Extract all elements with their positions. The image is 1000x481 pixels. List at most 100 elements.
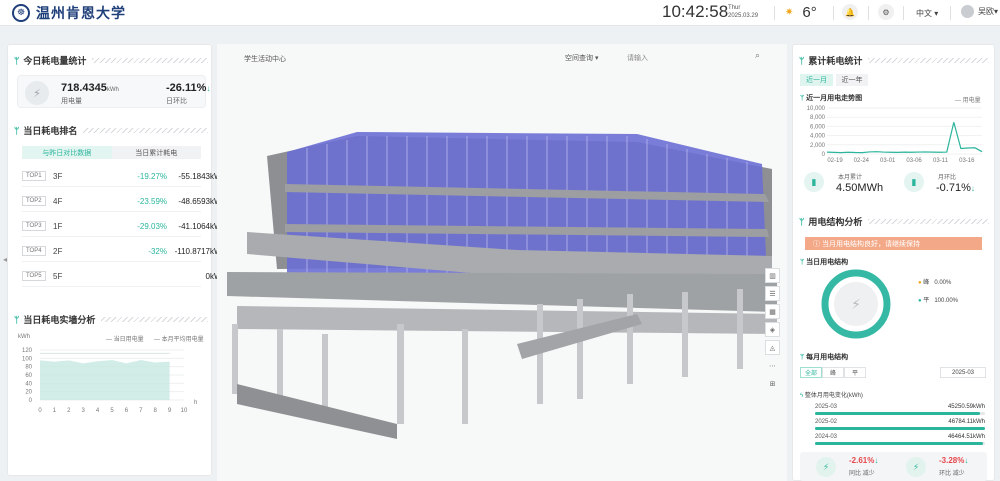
today-kpi-card: ⚡ 718.4345kWh 用电量 -26.11%↓ 日环比 bbox=[17, 75, 210, 108]
yoy-label: 同比 减少 bbox=[849, 471, 875, 477]
month-bar-row: 2025-03 45250.59kWh bbox=[815, 404, 985, 416]
measure-icon[interactable]: ▥ bbox=[765, 268, 780, 283]
month-picker[interactable]: 2025-03 bbox=[940, 367, 986, 378]
pie-legend-flat-name: 平 bbox=[923, 298, 930, 304]
temperature: 6° bbox=[802, 4, 817, 21]
y-tick-label: 20 bbox=[25, 390, 32, 396]
collapse-left-icon[interactable]: ◂ bbox=[3, 255, 7, 264]
decor-stripes bbox=[83, 128, 208, 133]
rank-row[interactable]: TOP1 3F -19.27% -55.1843kWh bbox=[22, 169, 226, 187]
rank-tag: TOP4 bbox=[22, 246, 46, 256]
x-tick-label: 02-24 bbox=[854, 158, 870, 164]
rank-row[interactable]: TOP2 4F -23.59% -48.6593kWh bbox=[22, 194, 226, 212]
tab-peak[interactable]: 峰 bbox=[822, 367, 844, 378]
tab-all[interactable]: 全部 bbox=[800, 367, 822, 378]
x-tick-label: 5 bbox=[110, 408, 114, 414]
more-icon[interactable]: ⋯ bbox=[765, 358, 780, 373]
x-unit: h bbox=[194, 400, 197, 406]
y-tick-label: 0 bbox=[29, 398, 33, 404]
month-bar-row: 2025-02 46784.11kWh bbox=[815, 419, 985, 431]
x-tick-label: 10 bbox=[181, 408, 188, 414]
chevron-down-icon: ▾ bbox=[994, 7, 999, 16]
rank-pct: -19.27% bbox=[137, 172, 167, 181]
x-tick-label: 0 bbox=[38, 408, 42, 414]
compare-kpi-card: ⚡ -2.61%↓ 同比 减少 ⚡ -3.28%↓ 环比 减少 bbox=[800, 452, 987, 481]
y-tick-label: 6,000 bbox=[810, 124, 826, 130]
weekday: Thur bbox=[728, 5, 741, 11]
structure-title: ᛘ 用电结构分析 bbox=[799, 215, 989, 228]
y-tick-label: 8,000 bbox=[810, 115, 826, 121]
pie-legend-peak: ● 峰 0.00% bbox=[918, 277, 951, 286]
x-tick-label: 9 bbox=[168, 408, 172, 414]
month-bar-fill bbox=[815, 442, 984, 445]
rank-tag: TOP3 bbox=[22, 221, 46, 231]
arrow-down-icon: ↓ bbox=[970, 184, 975, 193]
divider bbox=[774, 6, 775, 20]
decor-stripes bbox=[92, 58, 208, 63]
view-toolbar: ▥ ☰ ▦ ◈ ◬ ⋯ ⊞ bbox=[765, 268, 780, 394]
month-change-value: -0.71% bbox=[936, 182, 971, 194]
lower-deck bbox=[237, 306, 777, 334]
tab-day-total[interactable]: 当日累计耗电 bbox=[111, 146, 201, 159]
stack-icon[interactable]: ◈ bbox=[765, 322, 780, 337]
divider bbox=[950, 6, 951, 20]
qr-icon[interactable]: ⊞ bbox=[765, 376, 780, 391]
date-box: Thur 2025.03.29 bbox=[728, 4, 758, 20]
structure-donut-chart: ⚡ bbox=[821, 269, 891, 339]
lightning-icon: ϟ bbox=[800, 393, 804, 399]
y-tick-label: 120 bbox=[22, 348, 33, 354]
user-menu[interactable]: 吴欧 ▾ bbox=[961, 5, 998, 18]
pie-legend-flat-pct: 100.00% bbox=[934, 298, 959, 304]
structure-notice: ⓘ 当月用电结构良好，请继续保持 bbox=[805, 237, 982, 250]
university-logo[interactable]: ☸ 温州肯恩大学 bbox=[12, 3, 126, 23]
legend-item: — 本月平均用电量 bbox=[154, 335, 204, 343]
month-bar-value: 45250.59kWh bbox=[947, 404, 985, 410]
lightning-icon: ᛘ bbox=[14, 55, 20, 66]
building-3d-view[interactable]: 学生活动中心 空间查询 ▾ 请输入 ⌕ bbox=[217, 44, 787, 481]
divider bbox=[833, 6, 834, 20]
trend-line-chart: — 用电量 0 2,000 4,000 6,000 8,000 10,000 02-19 02-… bbox=[807, 96, 983, 164]
chevron-down-icon: ▾ bbox=[934, 9, 939, 18]
rank-pct: -23.59% bbox=[137, 197, 167, 206]
mom-label: 环比 减少 bbox=[939, 471, 965, 477]
rank-tag: TOP5 bbox=[22, 271, 46, 281]
month-bar-track bbox=[815, 442, 985, 445]
month-bar-track bbox=[815, 412, 985, 415]
tab-compare-yesterday[interactable]: 与昨日对比数据 bbox=[22, 146, 112, 159]
bar-chart-icon: ▮ bbox=[804, 172, 824, 192]
language-select[interactable]: 中文 ▾ bbox=[916, 8, 938, 19]
grid-icon[interactable]: ▦ bbox=[765, 304, 780, 319]
university-name: 温州肯恩大学 bbox=[36, 4, 126, 21]
lightning-icon: ᛘ bbox=[799, 55, 805, 66]
today-change-value: -26.11% bbox=[166, 82, 207, 94]
month-bar-fill bbox=[815, 427, 985, 430]
rank-row[interactable]: TOP3 1F -29.03% -41.1064kWh bbox=[22, 219, 226, 237]
rank-title: ᛘ 当日耗电排名 bbox=[14, 124, 208, 137]
segment-month[interactable]: 近一月 bbox=[800, 74, 833, 86]
gear-icon[interactable]: ⚙ bbox=[878, 4, 894, 20]
segment-year[interactable]: 近一年 bbox=[836, 74, 868, 86]
y-tick-label: 100 bbox=[22, 356, 33, 362]
layers-icon[interactable]: ☰ bbox=[765, 286, 780, 301]
bell-icon[interactable]: 🔔 bbox=[842, 4, 858, 20]
power-icon: ⚡ bbox=[906, 457, 926, 477]
month-bar-label: 2025-03 bbox=[815, 404, 838, 410]
today-usage-label: 用电量 bbox=[61, 98, 82, 105]
date: 2025.03.29 bbox=[728, 13, 759, 19]
arrow-down-icon: ↓ bbox=[964, 456, 969, 465]
month-structure-title: ᛘ 每月用电结构 bbox=[800, 352, 848, 362]
tab-flat[interactable]: 平 bbox=[844, 367, 866, 378]
pie-legend-flat: ● 平 100.00% bbox=[918, 295, 958, 304]
rank-row[interactable]: TOP4 2F -32% -110.8717kWh bbox=[22, 244, 226, 262]
rank-row[interactable]: TOP5 5F 0kWh bbox=[22, 269, 226, 287]
today-usage: 718.4345kWh bbox=[61, 82, 119, 94]
divider bbox=[903, 6, 904, 20]
month-total-value: 4.50MWh bbox=[836, 182, 884, 194]
university-seal-icon: ☸ bbox=[12, 3, 30, 22]
view-angle-icon[interactable]: ◬ bbox=[765, 340, 780, 355]
language-label: 中文 bbox=[916, 9, 932, 18]
structure-title-text: 用电结构分析 bbox=[808, 217, 863, 227]
info-icon: ⓘ bbox=[813, 240, 820, 248]
x-tick-label: 02-19 bbox=[827, 158, 843, 164]
mom-value-text: -3.28% bbox=[939, 456, 965, 465]
